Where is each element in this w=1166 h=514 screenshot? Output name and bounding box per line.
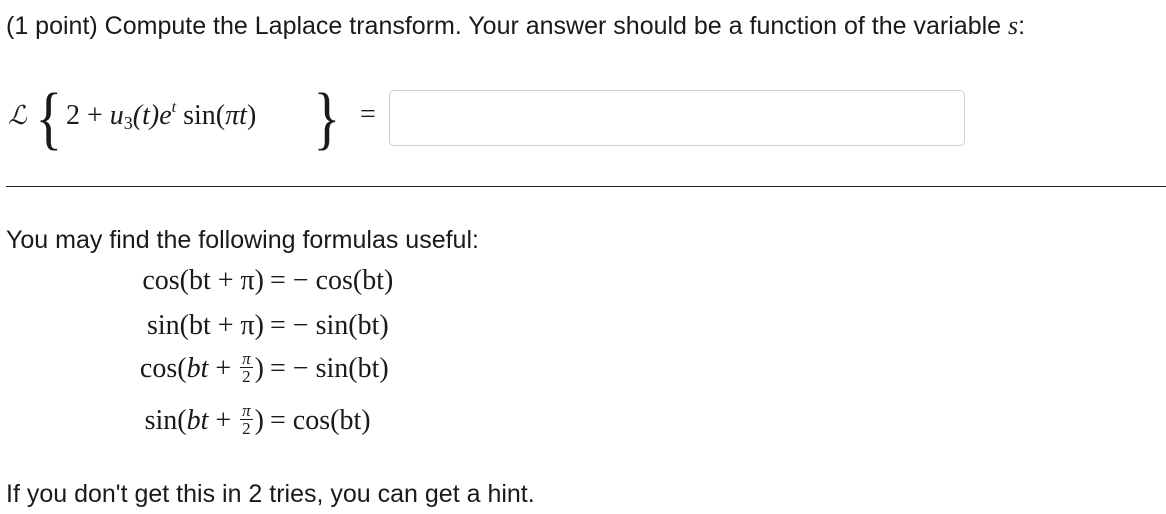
section-divider (6, 186, 1166, 187)
formula-lhs: sin(bt + π 2) (144, 400, 264, 440)
formula-close: ) (254, 353, 264, 384)
answer-input[interactable] (389, 90, 965, 146)
expr-sin-close: ) (246, 100, 257, 131)
formula-lhs: cos(bt + π) (142, 265, 264, 296)
formula-rhs: = − sin(bt) (270, 310, 389, 341)
laplace-operator-symbol: ℒ (8, 101, 27, 131)
formula-row: cos(bt + π) = − cos(bt) (0, 265, 700, 301)
fraction-denominator: 2 (242, 366, 251, 386)
expr-step-subscript: 3 (123, 113, 133, 133)
fraction-pi-over-2: π2 (240, 348, 253, 386)
fraction-pi-over-2: π2 (240, 400, 253, 438)
formula-plus: + (208, 405, 239, 436)
formula-plus: + (208, 353, 239, 384)
prompt-colon: : (1018, 12, 1026, 40)
points-label: (1 point) (6, 12, 98, 40)
fraction-numerator: π (240, 400, 253, 420)
formula-row: sin(bt + π 2) = cos(bt) (0, 400, 700, 445)
formula-func: cos( (139, 353, 187, 384)
fraction-numerator: π (240, 348, 253, 368)
problem-prompt: (1 point) Compute the Laplace transform.… (6, 10, 1025, 42)
expr-sin-open: sin( (183, 100, 226, 131)
laplace-expression: 2 + u3(t)et sin(πt) (66, 99, 256, 134)
hint-text: If you don't get this in 2 tries, you ca… (6, 480, 535, 508)
formula-lhs: sin(bt + π) (146, 310, 264, 341)
formula-bt: bt (186, 353, 209, 384)
fraction-denominator: 2 (242, 418, 251, 438)
formula-close: ) (254, 405, 264, 436)
formulas-intro: You may find the following formulas usef… (6, 226, 479, 254)
expr-constant: 2 (66, 100, 80, 131)
variable-symbol: s (1008, 11, 1019, 40)
expr-step-argument: (t) (132, 100, 160, 131)
expr-plus: + (87, 100, 103, 131)
left-brace: { (35, 80, 63, 157)
formula-bt: bt (186, 405, 209, 436)
formula-lhs: cos(bt + π 2) (139, 348, 264, 388)
formula-func: sin( (144, 405, 187, 436)
formula-rhs: = − sin(bt) (270, 353, 389, 384)
expr-pi: π (225, 100, 240, 131)
formula-rhs: = cos(bt) (270, 405, 371, 436)
expr-step-function: u (109, 100, 124, 131)
prompt-text: Compute the Laplace transform. Your answ… (104, 12, 1002, 40)
formula-row: sin(bt + π) = − sin(bt) (0, 310, 700, 346)
equals-sign: = (360, 99, 376, 130)
expr-exp-power: t (171, 99, 177, 116)
formula-rhs: = − cos(bt) (270, 265, 394, 296)
formula-row: cos(bt + π 2) = − sin(bt) (0, 348, 700, 393)
expr-exp-base: e (159, 100, 172, 131)
expr-t: t (239, 100, 247, 131)
right-brace: } (313, 80, 341, 157)
